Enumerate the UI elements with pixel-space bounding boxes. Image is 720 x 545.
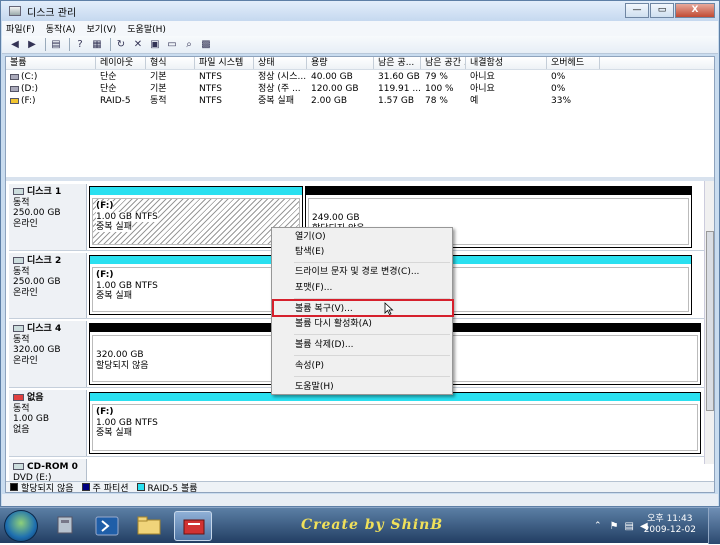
cdrom-icon [13, 463, 24, 470]
status-bar [2, 494, 718, 506]
table-row[interactable]: (D:) 단순 기본 NTFS 정상 (주 ... 120.00 GB 119.… [6, 83, 714, 95]
missing-disk-icon [13, 394, 24, 401]
help-icon[interactable]: ? [73, 38, 87, 52]
mouse-cursor-icon [384, 302, 394, 315]
menu-item-format[interactable]: 포맷(F)... [295, 282, 332, 294]
network-app-icon[interactable] [46, 511, 84, 541]
computer-management-taskbar-button[interactable] [174, 511, 212, 541]
disk-2-label[interactable]: 디스크 2 동적 250.00 GB 온라인 [9, 253, 87, 318]
col-type[interactable]: 형식 [146, 57, 195, 69]
col-volume[interactable]: 볼륨 [6, 57, 96, 69]
cdrom-row: CD-ROM 0 DVD (E:) [9, 459, 704, 481]
col-free[interactable]: 남은 공... [374, 57, 421, 69]
cdrom-label[interactable]: CD-ROM 0 DVD (E:) [9, 459, 87, 481]
table-row[interactable]: (C:) 단순 기본 NTFS 정상 (시스... 40.00 GB 31.60… [6, 71, 714, 83]
primary-partition-swatch [81, 483, 90, 491]
col-status[interactable]: 상태 [254, 57, 307, 69]
context-menu: 열기(O) 탐색(E) 드라이브 문자 및 경로 변경(C)... 포맷(F).… [271, 227, 454, 395]
col-filesystem[interactable]: 파일 시스템 [195, 57, 254, 69]
tray-expand-icon[interactable]: ⌃ [594, 521, 602, 531]
toolbar-separator [110, 38, 111, 51]
menu-separator [294, 355, 450, 356]
menu-bar: 파일(F) 동작(A) 보기(V) 도움말(H) [2, 21, 718, 36]
col-capacity[interactable]: 용량 [307, 57, 374, 69]
col-overhead[interactable]: 오버헤드 [547, 57, 600, 69]
console-tree-icon[interactable]: ▤ [49, 38, 63, 52]
warning-drive-icon [10, 97, 19, 104]
menu-item-delete-volume[interactable]: 볼륨 삭제(D)... [295, 339, 354, 351]
menu-item-properties[interactable]: 속성(P) [295, 360, 324, 372]
disk-icon [13, 325, 24, 332]
missing-disk-row: 없음 동적 1.00 GB 없음 (F:) 1.00 GB NTFS 중복 실패 [9, 390, 704, 457]
partition-body: (F:) 1.00 GB NTFS 중복 실패 [92, 404, 698, 451]
powershell-icon[interactable] [88, 511, 126, 541]
watermark-text: Create by ShinB [301, 517, 444, 533]
taskbar: Create by ShinB ⌃ ⚑ ▤ ◀ 오후 11:43 2009-12… [0, 507, 720, 544]
menu-separator [294, 376, 450, 377]
col-layout[interactable]: 레이아웃 [96, 57, 146, 69]
disk-icon [13, 257, 24, 264]
menu-file[interactable]: 파일(F) [6, 22, 35, 35]
menu-help[interactable]: 도움말(H) [127, 22, 166, 35]
toolbar-separator [69, 38, 70, 51]
missing-disk-raid5-partition[interactable]: (F:) 1.00 GB NTFS 중복 실패 [89, 392, 701, 454]
menu-separator [294, 334, 450, 335]
delete-icon[interactable]: ✕ [131, 38, 145, 52]
show-desktop-button[interactable] [708, 508, 720, 544]
action-center-flag-icon[interactable]: ⚑ [610, 521, 619, 532]
disk-icon [13, 188, 24, 195]
scrollbar-thumb[interactable] [706, 231, 714, 411]
legend-bar: 할당되지 않음 주 파티션 RAID-5 볼륨 [6, 481, 714, 494]
menu-item-explore[interactable]: 탐색(E) [295, 246, 324, 258]
properties-icon[interactable]: ▦ [90, 38, 104, 52]
maximize-button[interactable]: ▭ [650, 3, 674, 18]
table-row[interactable]: (F:) RAID-5 동적 NTFS 중복 실패 2.00 GB 1.57 G… [6, 95, 714, 107]
refresh-icon[interactable]: ↻ [114, 38, 128, 52]
toolbar-separator [45, 38, 46, 51]
clock[interactable]: 오후 11:43 2009-12-02 [644, 514, 696, 536]
menu-item-change-drive-letter[interactable]: 드라이브 문자 및 경로 변경(C)... [295, 266, 419, 278]
menu-action[interactable]: 동작(A) [46, 22, 76, 35]
partition-body: (F:) 1.00 GB NTFS 중복 실패 [92, 198, 300, 245]
menu-item-reactivate-volume[interactable]: 볼륨 다시 활성화(A) [295, 318, 372, 330]
search-icon[interactable]: ⌕ [182, 38, 196, 52]
explorer-folder-icon[interactable] [130, 511, 168, 541]
toolbar: ◀ ▶ ▤ ? ▦ ↻ ✕ ▣ ▭ ⌕ ▩ [2, 36, 718, 54]
disk-1-label[interactable]: 디스크 1 동적 250.00 GB 온라인 [9, 184, 87, 250]
settings-icon[interactable]: ▩ [199, 38, 213, 52]
menu-item-open[interactable]: 열기(O) [295, 231, 326, 243]
menu-item-help[interactable]: 도움말(H) [295, 381, 334, 393]
network-icon[interactable]: ▤ [625, 521, 634, 532]
disk-4-label[interactable]: 디스크 4 동적 320.00 GB 온라인 [9, 321, 87, 387]
pane-splitter[interactable] [6, 177, 714, 181]
open-folder-icon[interactable]: ▭ [165, 38, 179, 52]
drive-icon [10, 73, 19, 80]
col-free-percent[interactable]: 남은 공간 ... [421, 57, 466, 69]
back-arrow-icon[interactable]: ◀ [8, 38, 22, 52]
unallocated-swatch [10, 483, 18, 491]
menu-view[interactable]: 보기(V) [87, 22, 117, 35]
drive-icon [10, 85, 19, 92]
menu-separator [294, 262, 450, 263]
col-fault-tolerance[interactable]: 내결함성 [466, 57, 547, 69]
window-title: 디스크 관리 [27, 7, 77, 19]
volume-list-header: 볼륨 레이아웃 형식 파일 시스템 상태 용량 남은 공... 남은 공간 ..… [6, 57, 714, 70]
drive-properties-icon[interactable]: ▣ [148, 38, 162, 52]
minimize-button[interactable]: — [625, 3, 649, 18]
close-button[interactable]: X [675, 3, 715, 18]
vertical-scrollbar[interactable] [704, 181, 714, 464]
start-button[interactable] [4, 510, 38, 542]
menu-item-reactivate-repair-volume[interactable]: 볼륨 복구(V)... [295, 303, 353, 315]
forward-arrow-icon[interactable]: ▶ [25, 38, 39, 52]
raid5-swatch [136, 483, 145, 491]
title-bar[interactable]: 디스크 관리 — ▭ X [1, 1, 719, 21]
disk-management-icon [9, 6, 21, 16]
missing-disk-label[interactable]: 없음 동적 1.00 GB 없음 [9, 390, 87, 456]
